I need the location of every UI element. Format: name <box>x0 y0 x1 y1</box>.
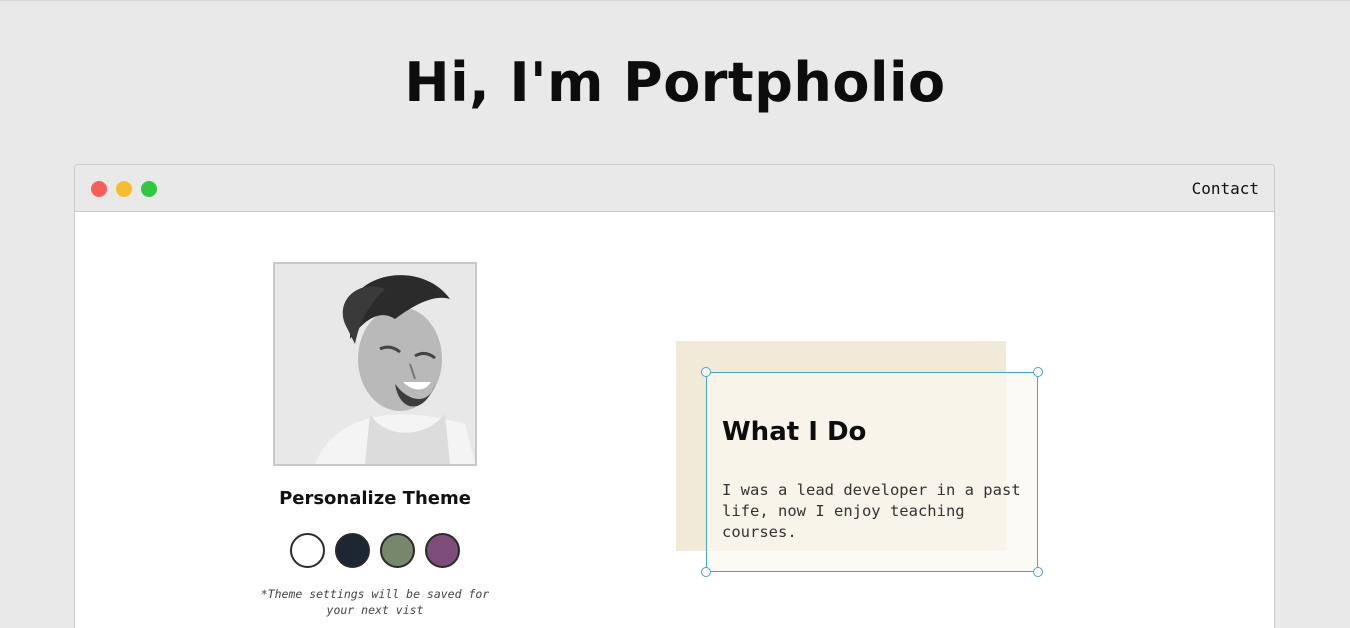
what-i-do-text: I was a lead developer in a past life, n… <box>722 481 1021 541</box>
contact-link[interactable]: Contact <box>1192 179 1259 198</box>
theme-swatch-green[interactable] <box>380 533 415 568</box>
browser-window: Contact Personalize Theme *Theme setting… <box>74 164 1275 628</box>
theme-swatch-dark[interactable] <box>335 533 370 568</box>
what-i-do-title: What I Do <box>722 417 867 447</box>
close-dot-icon[interactable] <box>91 181 107 197</box>
theme-swatch-purple[interactable] <box>425 533 460 568</box>
portrait-image <box>275 264 475 464</box>
resize-handle-bottom-left[interactable] <box>701 567 711 577</box>
window-title-bar: Contact <box>75 165 1274 212</box>
theme-settings-note: *Theme settings will be saved for your n… <box>260 587 490 617</box>
resize-handle-top-left[interactable] <box>701 367 711 377</box>
maximize-dot-icon[interactable] <box>141 181 157 197</box>
resize-handle-top-right[interactable] <box>1033 367 1043 377</box>
avatar <box>273 262 477 466</box>
hero-title: Hi, I'm Portpholio <box>404 51 946 114</box>
minimize-dot-icon[interactable] <box>116 181 132 197</box>
theme-swatches <box>250 533 500 568</box>
theme-swatch-light[interactable] <box>290 533 325 568</box>
personalize-theme-title: Personalize Theme <box>279 488 471 509</box>
what-i-do-card[interactable]: What I Do I was a lead developer in a pa… <box>701 367 1043 577</box>
profile-column: Personalize Theme *Theme settings will b… <box>250 262 500 618</box>
page: Hi, I'm Portpholio Contact Personalize T… <box>0 0 1350 628</box>
resize-handle-bottom-right[interactable] <box>1033 567 1043 577</box>
